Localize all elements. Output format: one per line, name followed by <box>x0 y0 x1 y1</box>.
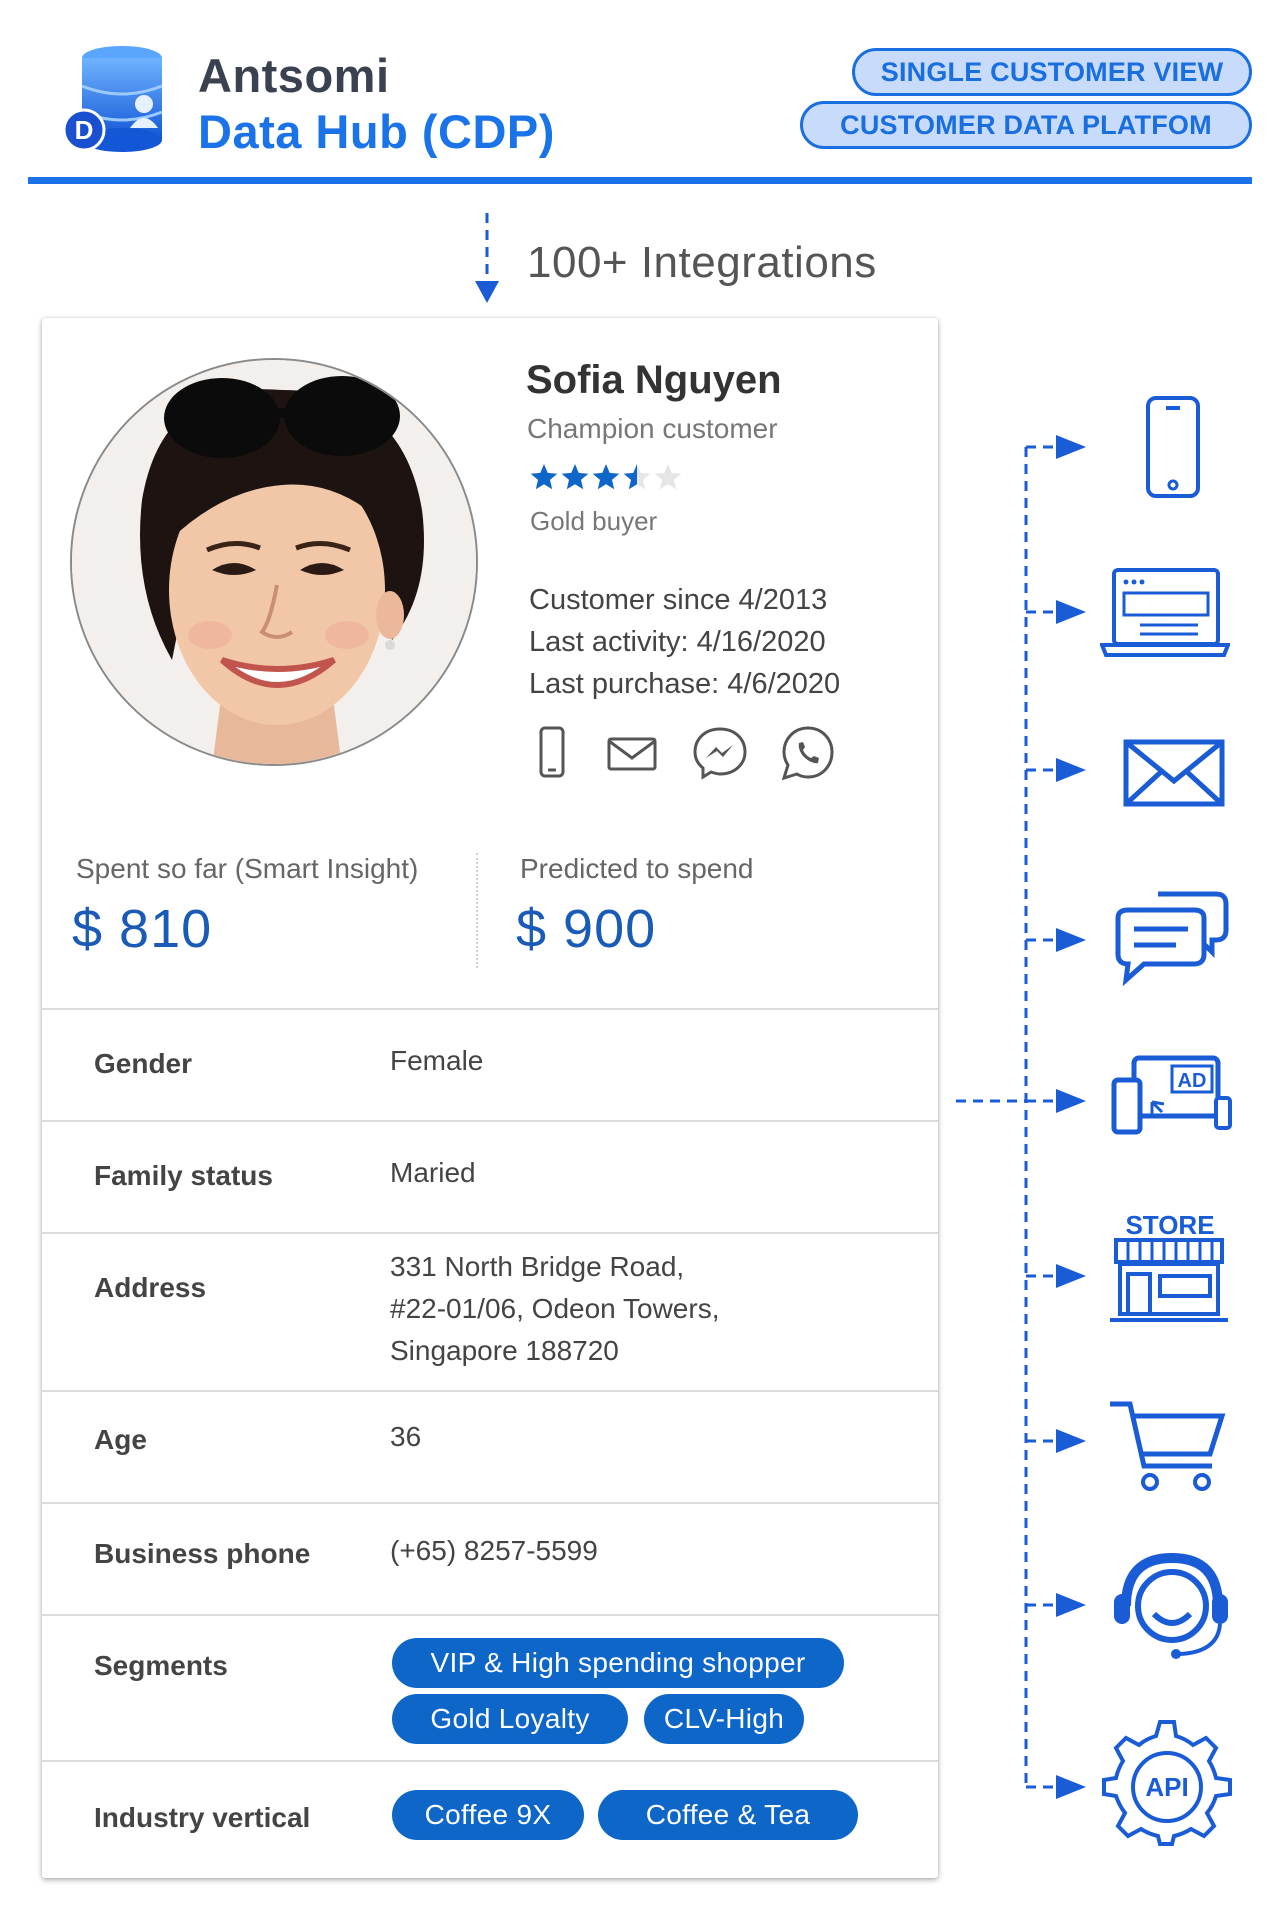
support-icon <box>1114 1552 1228 1659</box>
row-business-phone: Business phone (+65) 8257-5599 <box>42 1502 938 1614</box>
segment-chip[interactable]: Gold Loyalty <box>392 1694 628 1744</box>
integrations-arrow-icon <box>475 213 499 303</box>
spent-value: $ 810 <box>72 899 213 959</box>
row-age: Age 36 <box>42 1390 938 1502</box>
customer-profile-card: Sofia Nguyen Champion customer Gold buye… <box>42 318 938 1878</box>
address-line-1: 331 North Bridge Road, <box>390 1251 685 1282</box>
svg-text:AD: AD <box>1178 1070 1207 1092</box>
whatsapp-icon[interactable] <box>778 723 838 783</box>
cart-icon <box>1110 1401 1226 1491</box>
spent-label: Spent so far (Smart Insight) <box>76 853 419 884</box>
api-icon: API <box>1102 1720 1232 1846</box>
customer-name: Sofia Nguyen <box>526 358 782 402</box>
rating-star <box>561 464 589 490</box>
rating-star <box>592 464 620 490</box>
industry-chip[interactable]: Coffee & Tea <box>598 1790 858 1840</box>
svg-text:D: D <box>75 115 94 145</box>
row-family-status: Family status Maried <box>42 1120 938 1232</box>
email-icon <box>1123 739 1225 807</box>
gender-label: Gender <box>94 1048 193 1079</box>
buyer-level: Gold buyer <box>530 506 658 536</box>
segment-chip[interactable]: VIP & High spending shopper <box>392 1638 844 1688</box>
family-status-value: Maried <box>390 1157 476 1188</box>
svg-text:API: API <box>1145 1772 1188 1802</box>
last-activity: Last activity: 4/16/2020 <box>529 626 826 658</box>
website-icon <box>1100 568 1230 657</box>
row-gender: Gender Female <box>42 1008 938 1120</box>
address-line-3: Singapore 188720 <box>390 1335 619 1366</box>
predicted-label: Predicted to spend <box>520 853 754 884</box>
tag-single-customer-view: SINGLE CUSTOMER VIEW <box>852 48 1252 96</box>
mobile-icon <box>1146 396 1200 498</box>
row-segments: Segments VIP & High spending shopper Gol… <box>42 1614 938 1760</box>
segments-label: Segments <box>94 1650 228 1681</box>
age-label: Age <box>94 1424 147 1455</box>
rating-star <box>623 464 651 490</box>
customer-since: Customer since 4/2013 <box>529 584 828 616</box>
rating-star <box>530 464 558 490</box>
ads-icon: AD <box>1111 1055 1232 1135</box>
row-address: Address 331 North Bridge Road, #22-01/06… <box>42 1232 938 1390</box>
address-line-2: #22-01/06, Odeon Towers, <box>390 1293 720 1324</box>
business-phone-value: (+65) 8257-5599 <box>390 1535 598 1566</box>
brand-name: Antsomi <box>198 49 390 102</box>
address-label: Address <box>94 1272 207 1303</box>
email-icon[interactable] <box>602 723 662 783</box>
rating-stars <box>530 464 682 490</box>
tag-customer-data-platform: CUSTOMER DATA PLATFOM <box>800 101 1252 149</box>
business-phone-label: Business phone <box>94 1538 311 1569</box>
family-status-label: Family status <box>94 1160 273 1191</box>
store-icon: STORE <box>1110 1210 1228 1322</box>
last-purchase: Last purchase: 4/6/2020 <box>529 668 841 700</box>
header: D Antsomi Data Hub (CDP) SINGLE CUSTOMER… <box>0 0 1283 190</box>
messenger-icon[interactable] <box>690 723 750 783</box>
money-divider <box>476 853 478 968</box>
age-value: 36 <box>390 1421 422 1452</box>
avatar-portrait <box>72 360 476 764</box>
integrations-label: 100+ Integrations <box>527 238 877 287</box>
industry-vertical-label: Industry vertical <box>94 1802 311 1833</box>
gender-value: Female <box>390 1045 484 1076</box>
segment-chip[interactable]: CLV-High <box>644 1694 804 1744</box>
database-logo-icon: D <box>62 46 163 152</box>
svg-text:STORE: STORE <box>1125 1210 1214 1240</box>
avatar <box>70 358 478 766</box>
phone-icon[interactable] <box>522 723 582 783</box>
brand-product: Data Hub (CDP) <box>198 105 555 158</box>
industry-chip[interactable]: Coffee 9X <box>392 1790 584 1840</box>
customer-type: Champion customer <box>527 413 778 444</box>
predicted-value: $ 900 <box>516 899 657 959</box>
row-industry-vertical: Industry vertical Coffee 9X Coffee & Tea <box>42 1760 938 1878</box>
rating-star <box>654 464 682 490</box>
chat-icon <box>1115 891 1229 987</box>
header-divider <box>28 177 1252 184</box>
